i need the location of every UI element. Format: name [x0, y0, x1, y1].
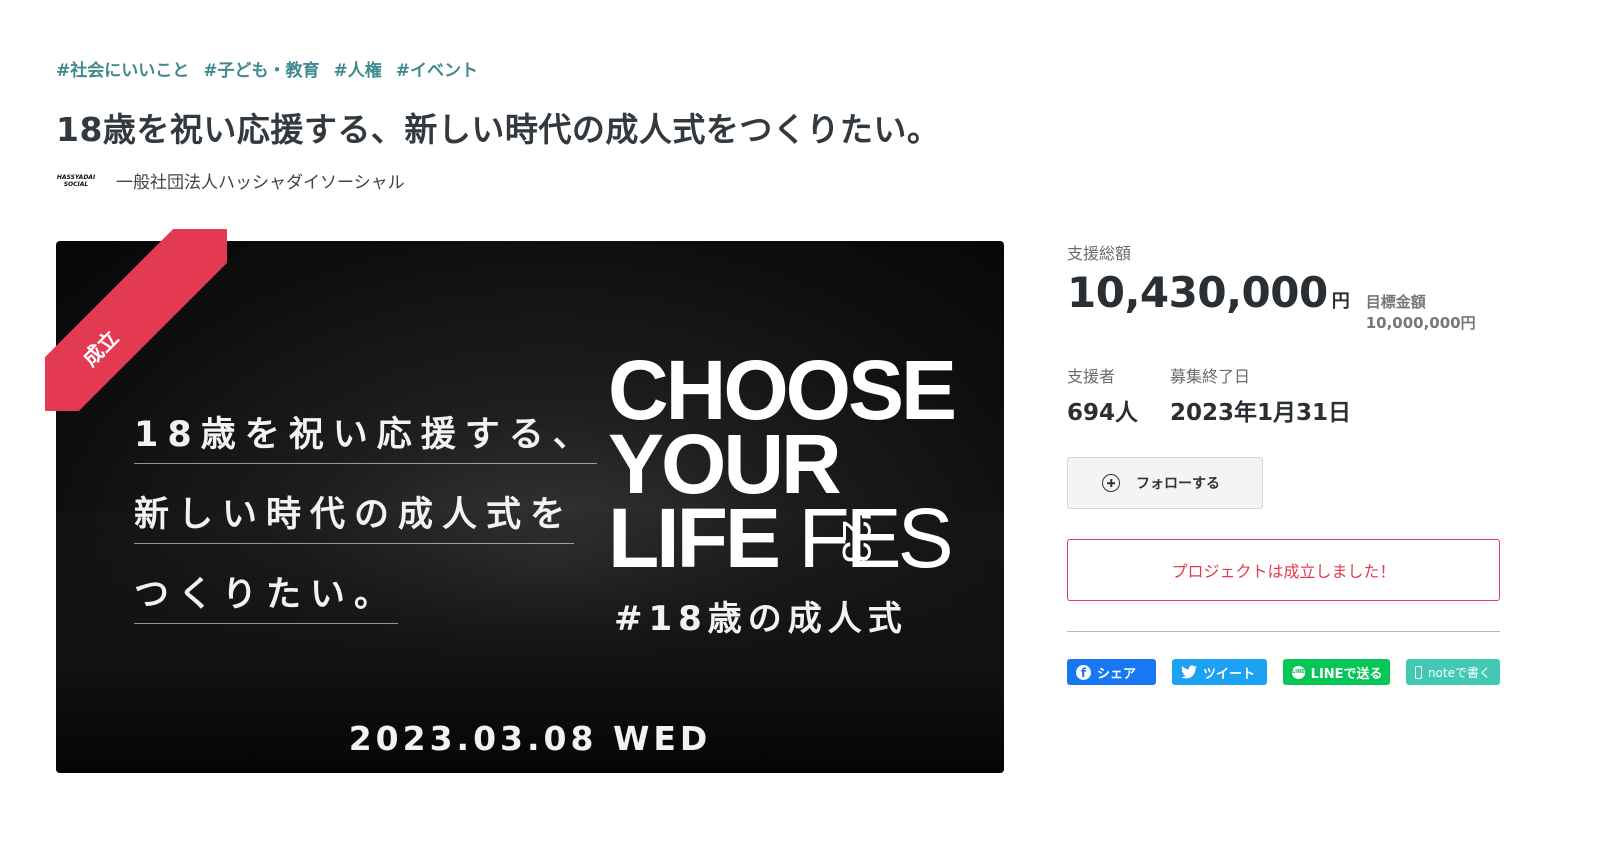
twitter-share-button[interactable]: ツイート — [1172, 659, 1267, 685]
choose-your-life-fes-logo: CHOOSE YOUR LIFE FES '23 — [608, 343, 957, 580]
stats-row: 支援者 694人 募集終了日 2023年1月31日 — [1067, 363, 1500, 427]
follow-label: フォローする — [1136, 476, 1220, 492]
facebook-icon: f — [1076, 664, 1091, 680]
total-amount: 10,430,000 — [1067, 268, 1328, 317]
ribbon-band: 成立 — [45, 229, 227, 411]
plus-circle-icon — [1102, 474, 1120, 492]
note-share-button[interactable]: noteで書く — [1406, 659, 1500, 685]
note-icon — [1415, 665, 1422, 679]
backers-label: 支援者 — [1067, 367, 1116, 386]
hero-text-line-1: 18歳を祝い応援する、 — [134, 406, 597, 464]
end-date-stat: 募集終了日 2023年1月31日 — [1170, 363, 1351, 427]
divider — [1067, 631, 1500, 632]
hero-text-line-2: 新しい時代の成人式を — [134, 486, 575, 544]
total-currency: 円 — [1331, 291, 1350, 312]
tag-human-rights[interactable]: #人権 — [334, 56, 382, 81]
logo-year: '23 — [834, 513, 878, 563]
owner-logo-line1: HASSYADAI — [56, 173, 96, 181]
total-label: 支援総額 — [1067, 244, 1132, 263]
line-share-button[interactable]: LINE LINEで送る — [1283, 659, 1390, 685]
tag-event[interactable]: #イベント — [396, 56, 478, 81]
facebook-share-label: シェア — [1097, 666, 1137, 682]
backers-stat: 支援者 694人 — [1067, 363, 1138, 427]
logo-row-choose: CHOOSE — [608, 343, 957, 437]
twitter-icon — [1181, 665, 1198, 679]
hero-text-block: 18歳を祝い応援する、 新しい時代の成人式を つくりたい。 — [134, 406, 597, 646]
end-date-label: 募集終了日 — [1170, 367, 1251, 386]
share-buttons: f シェア ツイート LINE LINEで送る noteで書く — [1067, 659, 1500, 685]
logo-row-life-fes: LIFE FES — [608, 496, 954, 580]
note-share-label: noteで書く — [1427, 665, 1491, 680]
project-success-message: プロジェクトは成立しました！ — [1067, 539, 1500, 601]
tag-social-good[interactable]: #社会にいいこと — [56, 56, 189, 81]
ribbon-label: 成立 — [77, 325, 123, 371]
owner-name-link[interactable]: 一般社団法人ハッシャダイソーシャル — [116, 168, 405, 193]
twitter-share-label: ツイート — [1203, 666, 1256, 682]
project-title: 18歳を祝い応援する、新しい時代の成人式をつくりたい。 — [56, 110, 941, 149]
funding-panel: 支援総額 10,430,000 円 目標金額 10,000,000円 支援者 6… — [1067, 240, 1500, 685]
total-row: 10,430,000 円 目標金額 10,000,000円 — [1067, 268, 1500, 333]
logo-life: LIFE — [608, 491, 781, 585]
line-share-label: LINEで送る — [1310, 666, 1383, 682]
backers-value: 694人 — [1067, 400, 1139, 426]
end-date-value: 2023年1月31日 — [1170, 400, 1352, 426]
tag-list: #社会にいいこと #子ども・教育 #人権 #イベント — [56, 56, 478, 81]
owner-logo-line2: SOCIAL — [63, 180, 89, 188]
hero-event-date: 2023.03.08 WED — [348, 719, 712, 758]
line-icon: LINE — [1292, 665, 1305, 679]
facebook-share-button[interactable]: f シェア — [1067, 659, 1157, 685]
hero-text-line-3: つくりたい。 — [134, 566, 399, 624]
goal-amount: 目標金額 10,000,000円 — [1365, 293, 1476, 332]
owner-logo: HASSYADAI SOCIAL — [56, 170, 96, 192]
project-owner: HASSYADAI SOCIAL 一般社団法人ハッシャダイソーシャル — [56, 168, 405, 193]
logo-row-your: YOUR — [608, 417, 842, 511]
success-ribbon: 成立 — [45, 229, 227, 411]
hero-hashtag: #18歳の成人式 — [614, 599, 908, 639]
follow-button[interactable]: フォローする — [1067, 457, 1263, 509]
tag-children-education[interactable]: #子ども・教育 — [203, 56, 319, 81]
